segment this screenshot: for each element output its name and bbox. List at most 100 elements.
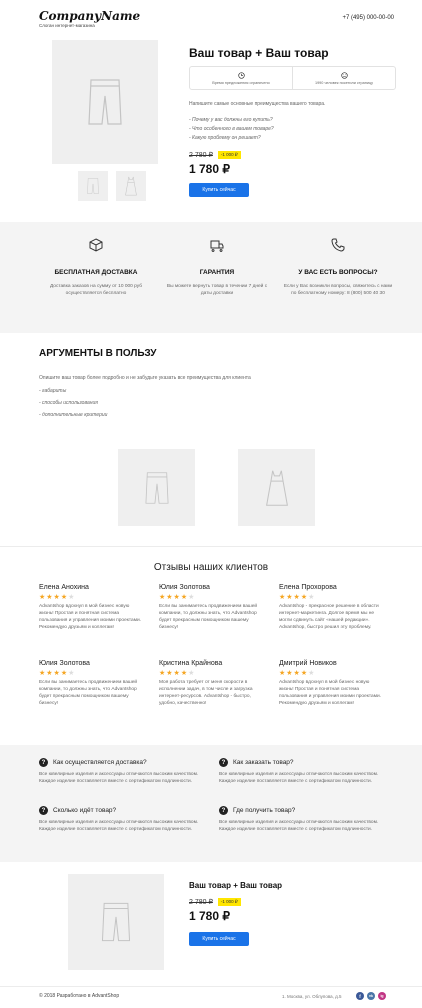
old-price: 2 780 ₽: [189, 152, 213, 159]
product-thumb-2[interactable]: [116, 171, 146, 201]
review-card: Кристина Крайнова ★★★★★ Моя работа требу…: [159, 660, 264, 707]
dress-icon: [125, 176, 137, 196]
logo-tagline: Слоган интернет-магазина: [39, 23, 95, 28]
feature-text: Если у Вас возникли вопросы, свяжитесь с…: [283, 284, 393, 296]
review-stars: ★★★★★: [39, 670, 76, 677]
reviews-title: Отзывы наших клиентов: [153, 562, 269, 573]
faq-answer: Все ювелирные изделия и аксессуары отлич…: [39, 772, 199, 784]
header-phone[interactable]: +7 (495) 000-00-00: [342, 15, 394, 21]
review-author: Дмитрий Новиков: [279, 660, 337, 667]
discount-badge: -1 000 ₽: [217, 151, 241, 159]
vk-icon[interactable]: vk: [367, 992, 375, 1000]
old-price: 2 780 ₽: [189, 899, 213, 906]
faq-question: Как заказать товар?: [233, 759, 294, 766]
faq-question: Как осуществляется доставка?: [53, 759, 147, 766]
feature-title: У ВАС ЕСТЬ ВОПРОСЫ?: [298, 269, 378, 276]
dress-icon: [265, 470, 288, 506]
current-price: 1 780 ₽: [189, 909, 230, 923]
phone-icon: [331, 238, 345, 252]
smile-icon: [340, 71, 348, 79]
product-intro: Напишите самые основные преимущества ваш…: [189, 101, 326, 107]
review-author: Елена Анохина: [39, 584, 89, 591]
review-author: Кристина Крайнова: [159, 660, 223, 667]
shorts-icon: [101, 902, 131, 942]
faq-answer: Все ювелирные изделия и аксессуары отлич…: [39, 820, 199, 832]
info-visitors: 1990 человек посетили страницу: [314, 80, 374, 85]
review-text: Advantshop - прекрасное решение в област…: [279, 604, 379, 630]
review-card: Дмитрий Новиков ★★★★★ Advantshop вдохнул…: [279, 660, 384, 707]
faq-answer: Все ювелирные изделия и аксессуары отлич…: [219, 820, 379, 832]
footer-divider: [0, 986, 422, 987]
arguments-item-2: - способы использования: [39, 400, 98, 406]
faq-question: Сколько идёт товар?: [53, 807, 117, 814]
logo[interactable]: CompanyName Слоган интернет-магазина: [39, 9, 140, 28]
delivery-icon: [210, 240, 224, 252]
feature-text: Вы можете вернуть товар в течении 7 дней…: [166, 284, 268, 296]
review-author: Юлия Золотова: [159, 584, 210, 591]
arguments-image-1: [118, 449, 195, 526]
discount-badge: -1 000 ₽: [217, 898, 241, 906]
product2-title: Ваш товар + Ваш товар: [189, 881, 283, 890]
review-text: Если вы занимаетесь продвижением вашей к…: [159, 604, 258, 630]
review-text: Моя работа требует от меня скорости в ис…: [159, 680, 253, 706]
feature-text: Доставка заказов на сумму от 10 000 руб …: [50, 284, 142, 296]
logo-text: CompanyName: [39, 9, 141, 23]
feature-warranty: ГАРАНТИЯ Вы можете вернуть товар в течен…: [161, 238, 273, 297]
arguments-image-2: [238, 449, 315, 526]
feature-title: ГАРАНТИЯ: [199, 269, 235, 276]
review-stars: ★★★★★: [159, 670, 196, 677]
faq-answer: Все ювелирные изделия и аксессуары отлич…: [219, 772, 379, 784]
info-time-limited: Время предложения ограничено: [212, 80, 270, 85]
question-icon: ?: [219, 806, 228, 815]
product-q3: - Какую проблему он решает?: [189, 135, 261, 141]
current-price: 1 780 ₽: [189, 162, 230, 176]
arguments-item-3: - дополнительные критерии: [39, 412, 108, 418]
review-card: Юлия Золотова ★★★★★ Если вы занимаетесь …: [39, 660, 144, 707]
review-author: Юлия Золотова: [39, 660, 90, 667]
question-icon: ?: [39, 806, 48, 815]
faq-question: Где получить товар?: [233, 807, 296, 814]
buy-now-button[interactable]: Купить сейчас: [189, 183, 249, 197]
review-text: Advantshop вдохнул в мой бизнес новую жи…: [39, 604, 142, 630]
product-thumb-1[interactable]: [78, 171, 108, 201]
shorts-icon: [88, 79, 122, 125]
shorts-icon: [144, 471, 169, 504]
review-stars: ★★★★★: [279, 594, 316, 601]
product-q2: - Что особенного в вашем товаре?: [189, 126, 274, 132]
feature-title: БЕСПЛАТНАЯ ДОСТАВКА: [54, 269, 138, 276]
review-text: Если вы занимаетесь продвижением вашей к…: [39, 680, 138, 706]
product-main-image[interactable]: [52, 40, 158, 164]
footer-address: 1. Москва, ул. Облупова, д.5: [282, 994, 342, 999]
faq-item[interactable]: ? Сколько идёт товар? Все ювелирные изде…: [39, 806, 199, 833]
box-icon: [89, 238, 103, 252]
review-card: Елена Анохина ★★★★★ Advantshop вдохнул в…: [39, 584, 144, 631]
section-divider: [0, 546, 422, 547]
question-icon: ?: [219, 758, 228, 767]
product2-image[interactable]: [68, 874, 164, 970]
facebook-icon[interactable]: f: [356, 992, 364, 1000]
shorts-icon: [87, 178, 99, 194]
arguments-text: Опишите ваш товар более подробно и не за…: [39, 375, 251, 381]
product-q1: - Почему у вас должны его купить?: [189, 117, 273, 123]
product-title: Ваш товар + Ваш товар: [189, 46, 329, 60]
product-info-box: Время предложения ограничено 1990 челове…: [189, 66, 396, 90]
review-stars: ★★★★★: [279, 670, 316, 677]
feature-delivery: БЕСПЛАТНАЯ ДОСТАВКА Доставка заказов на …: [40, 238, 152, 297]
buy-now-button[interactable]: Купить сейчас: [189, 932, 249, 946]
arguments-item-1: - габариты: [39, 388, 67, 394]
faq-item[interactable]: ? Где получить товар? Все ювелирные изде…: [219, 806, 384, 833]
question-icon: ?: [39, 758, 48, 767]
arguments-title: АРГУМЕНТЫ В ПОЛЬЗУ: [39, 348, 157, 359]
instagram-icon[interactable]: ig: [378, 992, 386, 1000]
faq-item[interactable]: ? Как осуществляется доставка? Все ювели…: [39, 758, 199, 785]
review-card: Юлия Золотова ★★★★★ Если вы занимаетесь …: [159, 584, 264, 631]
review-author: Елена Прохорова: [279, 584, 337, 591]
clock-icon: [237, 71, 245, 79]
review-text: Advantshop вдохнул в мой бизнес новую жи…: [279, 680, 382, 706]
footer-copyright: © 2018 Разработано в AdvantShop: [39, 993, 120, 999]
feature-questions: У ВАС ЕСТЬ ВОПРОСЫ? Если у Вас возникли …: [282, 238, 394, 297]
review-card: Елена Прохорова ★★★★★ Advantshop - прекр…: [279, 584, 384, 631]
review-stars: ★★★★★: [39, 594, 76, 601]
faq-item[interactable]: ? Как заказать товар? Все ювелирные изде…: [219, 758, 384, 785]
review-stars: ★★★★★: [159, 594, 196, 601]
